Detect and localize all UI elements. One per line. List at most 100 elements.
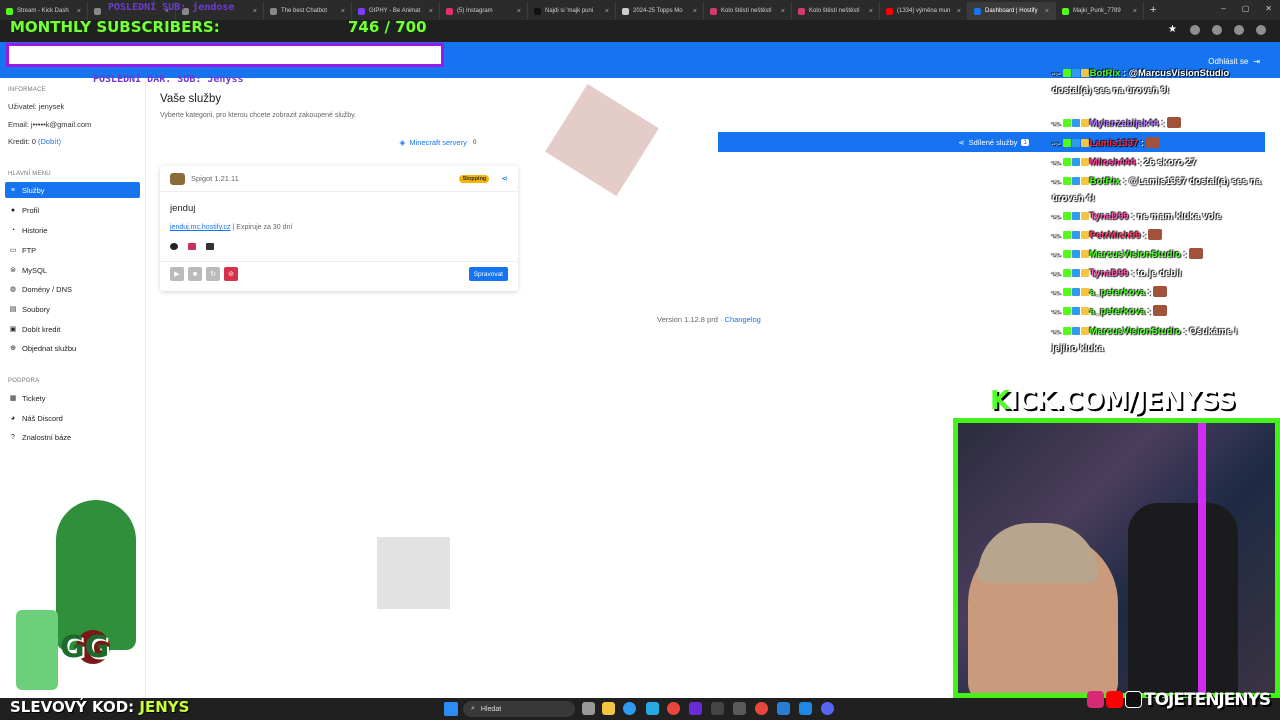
chat-badge-icon [1062,231,1071,239]
chat-badge-icon [1071,307,1080,315]
sidebar-item-dom-ny-dns[interactable]: ◍ Domény / DNS [5,281,140,297]
chat-badge-icon [1062,250,1071,258]
sidebar-item-support-1[interactable]: ◕ Náš Discord [5,410,140,426]
browser-tab[interactable]: The best Chatbot × [264,2,352,20]
chat-badge-icon [1062,177,1071,185]
logout-button[interactable]: Odhlásit se ⇥ [1208,57,1260,66]
browser-tab[interactable]: Majki_Punk_7789 × [1056,2,1144,20]
taskbar-search[interactable]: ⌕ Hledat [463,701,575,717]
docs-icon[interactable] [777,702,790,715]
browser-tab[interactable]: Dashboard | Hostify × [968,2,1056,20]
tab-close-icon[interactable]: × [429,8,433,15]
tab-close-icon[interactable]: × [1045,8,1049,15]
sidebar-item-soubory[interactable]: ▤ Soubory [5,301,140,317]
app-icon-3[interactable] [733,702,746,715]
tab-close-icon[interactable]: × [781,8,785,15]
browser-tab[interactable]: Kolo štěstí neštěstí × [704,2,792,20]
maximize-icon[interactable]: ▢ [1242,4,1250,13]
new-tab-icon[interactable]: + [1150,4,1156,16]
stop-button[interactable]: ■ [188,267,202,281]
sidebar-item-slu-by[interactable]: ≡ Služby [5,182,140,198]
server-address-link[interactable]: jenduj.mc.hostify.cz [170,224,231,231]
status-badge: Stopping [459,174,490,183]
file-explorer-icon[interactable] [602,702,615,715]
close-window-icon[interactable]: ✕ [1265,4,1272,13]
tab-close-icon[interactable]: × [77,8,81,15]
share-icon[interactable]: ⋖ [501,174,508,183]
discord-taskbar-icon[interactable] [821,702,834,715]
chat-message: ••:•• a_peterkova : [1052,304,1264,321]
chat-badge-icon [1071,250,1080,258]
store-icon[interactable] [646,702,659,715]
chat-badge-icon [1080,158,1089,166]
sidebar-heading-main-menu: Hlavní menu [8,171,51,177]
instagram-icon [1087,691,1104,708]
sidebar-item-support-2[interactable]: ? Znalostní báze [5,429,140,445]
tab-close-icon[interactable]: × [517,8,521,15]
user-name-line: Uživatel: jenysek [8,102,65,111]
app-icon-2[interactable] [711,702,724,715]
sidebar-item-profil[interactable]: ● Profil [5,202,140,218]
start-button[interactable]: ▶ [170,267,184,281]
app-version: Version 1.12.8 prd · Changelog [657,315,761,324]
webcam-feed [953,418,1280,698]
globe-icon: ◍ [9,286,17,293]
chat-message: ••:•• Milosh444 : 26 skoro 27 [1052,155,1264,172]
topup-credit-link[interactable]: (Dobít) [38,137,61,146]
downloads-icon[interactable] [1234,25,1244,35]
sidebar-item-support-0[interactable]: ▦ Tickety [5,390,140,406]
windows-start-icon[interactable] [444,702,458,716]
chat-message: ••:•• BotRix : @Lamis1337 dostal(a) ses n… [1052,174,1264,207]
sidebar-item-dob-t-kredit[interactable]: ▣ Dobít kredit [5,321,140,337]
kill-button[interactable]: ⊘ [224,267,238,281]
chat-badge-icon [1080,231,1089,239]
sidebar-item-mysql[interactable]: ⊜ MySQL [5,262,140,278]
app-icon-4[interactable] [799,702,812,715]
logout-label: Odhlásit se [1208,57,1249,66]
tab-close-icon[interactable]: × [1133,8,1137,15]
sidebar-item-ftp[interactable]: ▭ FTP [5,242,140,258]
user-icon: ● [10,206,16,214]
sidebar-item-historie[interactable]: ◔ Historie [5,222,140,238]
chat-emote [1166,117,1181,128]
task-view-icon[interactable] [582,702,595,715]
browser-tab[interactable]: (1334) výměna mun × [880,2,968,20]
spigot-icon [170,172,185,185]
tab-close-icon[interactable]: × [957,8,961,15]
browser-tab[interactable]: Kolo štěstí neštěstí × [792,2,880,20]
tab-title: Kolo štěstí neštěstí [721,8,772,14]
server-name: jenduj [170,203,196,214]
tab-close-icon[interactable]: × [253,8,257,15]
last-sub-ticker: POSLEDNÍ SUB: jendose [108,2,235,13]
service-card-actions: ▶ ■ ↻ ⊘ Spravovat [160,261,518,291]
tab-favicon-icon [622,7,629,15]
edge-icon[interactable] [623,702,636,715]
tab-close-icon[interactable]: × [693,8,697,15]
chat-badge-icon [1080,288,1089,296]
gg-booster-logo: GG [60,630,110,665]
extension-icon[interactable] [1190,25,1200,35]
manage-button[interactable]: Spravovat [468,267,508,281]
neon-light [1198,423,1206,693]
chat-message: ••:•• BotRix : @MarcusVisionStudio dostal… [1052,66,1264,99]
tab-close-icon[interactable]: × [869,8,873,15]
extensions-puzzle-icon[interactable] [1212,25,1222,35]
app-icon-1[interactable] [689,702,702,715]
sidebar-item-label: Objednat službu [22,343,77,353]
tab-close-icon[interactable]: × [605,8,609,15]
bookmark-star-icon[interactable]: ★ [1168,25,1178,35]
tab-close-icon[interactable]: × [341,8,345,15]
sidebar-item-objednat-slu-bu[interactable]: ⊕ Objednat službu [5,340,140,356]
restart-button[interactable]: ↻ [206,267,220,281]
minimize-icon[interactable]: – [1221,4,1225,13]
browser-tab[interactable]: 2024-25 Topps Mo × [616,2,704,20]
chat-text: : [1140,138,1145,149]
browser-tab[interactable]: Najdi si 'majk puni × [528,2,616,20]
profile-avatar-icon[interactable] [1256,25,1266,35]
chrome-alt-icon[interactable] [755,702,768,715]
changelog-link[interactable]: Changelog [725,315,761,324]
chrome-icon[interactable] [667,702,680,715]
browser-tab[interactable]: (5) Instagram × [440,2,528,20]
sidebar-item-label: Soubory [22,304,50,314]
chat-username: a_peterkova [1089,287,1146,298]
